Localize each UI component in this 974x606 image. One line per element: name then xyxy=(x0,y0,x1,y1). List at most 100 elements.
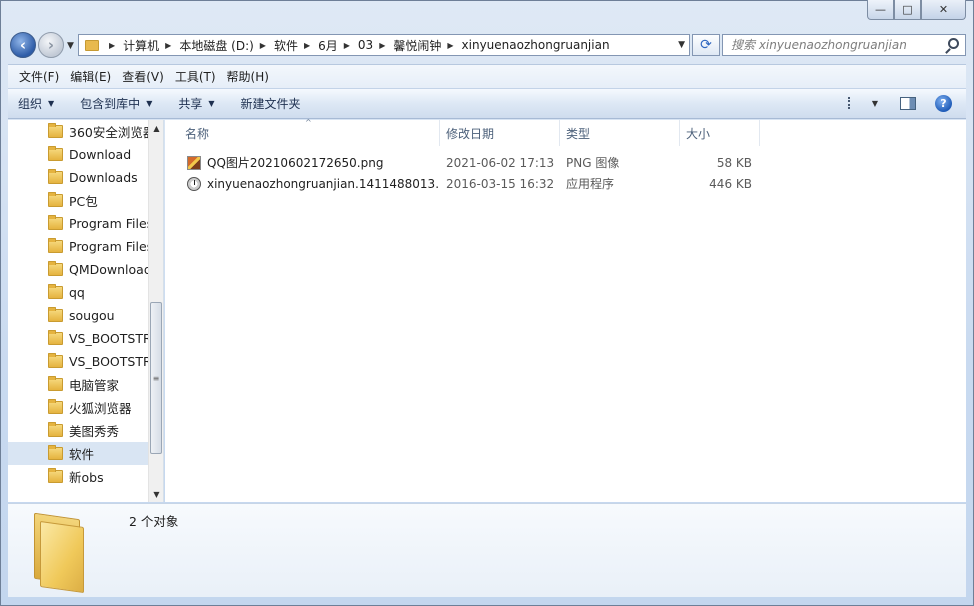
share-button[interactable]: 共享 ▼ xyxy=(178,95,214,112)
tree-item[interactable]: VS_BOOTSTRA xyxy=(8,350,148,373)
chevron-down-icon: ▼ xyxy=(146,99,153,108)
folder-icon xyxy=(85,39,99,51)
new-folder-button[interactable]: 新建文件夹 xyxy=(241,95,301,112)
change-view-button[interactable]: ▼ xyxy=(847,97,878,109)
scroll-up-arrow-icon[interactable]: ▲ xyxy=(149,120,163,136)
details-pane: 2 个对象 xyxy=(8,503,966,597)
file-name: xinyuenaozhongruanjian.1411488013.... xyxy=(207,176,440,191)
folder-icon xyxy=(48,215,63,230)
breadcrumb-june[interactable]: 6月 xyxy=(318,37,338,54)
preview-pane-button[interactable] xyxy=(900,97,916,110)
file-row[interactable]: QQ图片20210602172650.png 2021-06-02 17:13 … xyxy=(165,152,965,173)
breadcrumb-03[interactable]: 03 xyxy=(358,38,373,52)
tree-item[interactable]: VS_BOOTSTRA xyxy=(8,327,148,350)
details-view-icon xyxy=(847,97,862,109)
tree-item[interactable]: Program Files xyxy=(8,235,148,258)
tree-item[interactable]: 新obs xyxy=(8,465,148,488)
tree-item-label: Program Files xyxy=(69,239,148,254)
chevron-right-icon[interactable]: ▶ xyxy=(379,41,385,50)
tree-item-selected[interactable]: 软件 xyxy=(8,442,148,465)
back-button[interactable]: ‹ xyxy=(10,32,36,58)
item-count: 2 个对象 xyxy=(129,514,179,529)
breadcrumb-computer[interactable]: 计算机 xyxy=(123,37,159,54)
search-input[interactable] xyxy=(731,38,943,52)
tree-item-label: 软件 xyxy=(69,447,95,462)
tree-item[interactable]: Download xyxy=(8,143,148,166)
recent-pages-dropdown[interactable]: ▼ xyxy=(67,41,74,51)
folder-icon xyxy=(48,238,63,253)
tree-item[interactable]: 美图秀秀 xyxy=(8,419,148,442)
navigation-scrollbar[interactable]: ▲ ≡ ▼ xyxy=(148,120,163,502)
tree-item[interactable]: qq xyxy=(8,281,148,304)
tree-item-label: Program Files xyxy=(69,216,148,231)
maximize-button[interactable]: □ xyxy=(894,0,921,20)
breadcrumb-software[interactable]: 软件 xyxy=(274,37,298,54)
file-name: QQ图片20210602172650.png xyxy=(207,156,384,170)
tree-item[interactable]: 火狐浏览器 xyxy=(8,396,148,419)
folder-icon xyxy=(48,192,63,207)
organize-button[interactable]: 组织 ▼ xyxy=(18,95,54,112)
menu-help[interactable]: 帮助(H) xyxy=(222,68,274,85)
minimize-button[interactable]: — xyxy=(867,0,894,20)
file-date: 2021-06-02 17:13 xyxy=(446,155,555,170)
chevron-down-icon: ▼ xyxy=(48,99,55,108)
column-header-name-label: 名称 xyxy=(185,126,210,141)
folder-icon xyxy=(48,146,63,161)
tree-item[interactable]: QMDownload xyxy=(8,258,148,281)
folder-icon xyxy=(48,307,63,322)
close-button[interactable]: ✕ xyxy=(921,0,966,20)
caption-buttons: — □ ✕ xyxy=(867,0,966,20)
address-history-dropdown[interactable]: ▼ xyxy=(678,40,685,50)
tree-item[interactable]: Downloads xyxy=(8,166,148,189)
chevron-right-icon[interactable]: ▶ xyxy=(344,41,350,50)
address-row: ‹ › ▼ ▶ 计算机 ▶ 本地磁盘 (D:) ▶ 软件 ▶ 6月 ▶ 03 ▶… xyxy=(8,31,966,59)
menu-tools[interactable]: 工具(T) xyxy=(170,68,221,85)
tree-item[interactable]: sougou xyxy=(8,304,148,327)
folder-icon xyxy=(48,169,63,184)
chevron-right-icon[interactable]: ▶ xyxy=(109,41,115,50)
share-label: 共享 xyxy=(178,97,203,111)
scroll-down-arrow-icon[interactable]: ▼ xyxy=(149,486,163,502)
address-bar[interactable]: ▶ 计算机 ▶ 本地磁盘 (D:) ▶ 软件 ▶ 6月 ▶ 03 ▶ 馨悦闹钟 … xyxy=(78,34,690,56)
chevron-right-icon[interactable]: ▶ xyxy=(165,41,171,50)
file-type: 应用程序 xyxy=(566,177,615,191)
tree-item-label: VS_BOOTSTRA xyxy=(69,331,148,346)
command-bar: 组织 ▼ 包含到库中 ▼ 共享 ▼ 新建文件夹 ▼ ? xyxy=(8,88,966,119)
chevron-down-icon: ▼ xyxy=(871,98,878,108)
include-in-library-button[interactable]: 包含到库中 ▼ xyxy=(80,95,152,112)
scrollbar-thumb[interactable]: ≡ xyxy=(150,302,162,454)
menu-bar: 文件(F) 编辑(E) 查看(V) 工具(T) 帮助(H) xyxy=(8,64,966,88)
menu-edit[interactable]: 编辑(E) xyxy=(65,68,116,85)
tree-item[interactable]: 360安全浏览器 xyxy=(8,120,148,143)
include-in-library-label: 包含到库中 xyxy=(80,97,141,111)
tree-item[interactable]: Program Files xyxy=(8,212,148,235)
png-image-icon xyxy=(187,155,201,170)
chevron-right-icon[interactable]: ▶ xyxy=(260,41,266,50)
tree-item[interactable]: PC包 xyxy=(8,189,148,212)
column-header-type[interactable]: 类型 xyxy=(560,120,680,146)
breadcrumb-xinyue-alarm[interactable]: 馨悦闹钟 xyxy=(393,37,441,54)
breadcrumb-drive-d[interactable]: 本地磁盘 (D:) xyxy=(179,37,253,54)
search-icon[interactable] xyxy=(948,38,959,49)
breadcrumb-current-folder[interactable]: xinyuenaozhongruanjian xyxy=(462,38,610,52)
navigation-pane: 360安全浏览器 Download Downloads PC包 Program … xyxy=(8,120,164,502)
file-row[interactable]: xinyuenaozhongruanjian.1411488013.... 20… xyxy=(165,173,965,194)
forward-button[interactable]: › xyxy=(38,32,64,58)
help-button[interactable]: ? xyxy=(935,95,952,112)
column-header-name[interactable]: ^ 名称 xyxy=(165,118,440,146)
tree-item-label: 美图秀秀 xyxy=(69,424,120,439)
refresh-button[interactable]: ⟳ xyxy=(692,34,720,56)
file-date: 2016-03-15 16:32 xyxy=(446,176,555,191)
column-header-date[interactable]: 修改日期 xyxy=(440,120,560,146)
menu-file[interactable]: 文件(F) xyxy=(14,68,64,85)
menu-view[interactable]: 查看(V) xyxy=(117,68,169,85)
tree-item[interactable]: 电脑管家 xyxy=(8,373,148,396)
search-box[interactable] xyxy=(722,34,966,56)
tree-item-label: Downloads xyxy=(69,170,138,185)
chevron-right-icon[interactable]: ▶ xyxy=(304,41,310,50)
tree-item-label: Download xyxy=(69,147,132,162)
column-header-size[interactable]: 大小 xyxy=(680,120,760,146)
chevron-down-icon: ▼ xyxy=(208,99,215,108)
folder-icon xyxy=(48,261,63,276)
chevron-right-icon[interactable]: ▶ xyxy=(447,41,453,50)
